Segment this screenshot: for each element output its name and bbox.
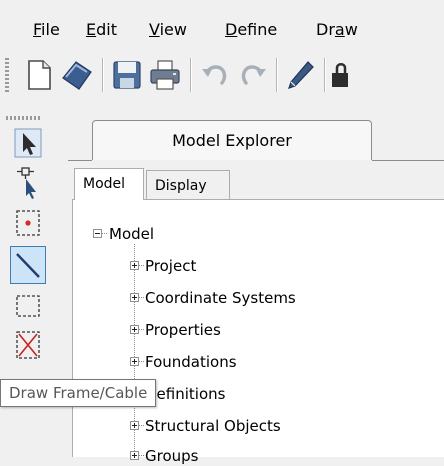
tree-node-properties[interactable]: Properties [145,320,221,340]
undo-icon[interactable] [196,54,234,96]
expand-toggle-icon[interactable] [130,451,139,460]
menu-bar: File Edit View Define Draw [0,0,444,46]
expand-toggle-icon[interactable] [130,293,139,302]
new-file-icon[interactable] [20,54,58,96]
menu-edit-rest: dit [96,20,117,39]
menu-draw-text: Dr [316,20,335,39]
draw-frame-cable-icon[interactable] [10,246,46,284]
select-pointer-icon[interactable] [10,124,46,162]
tree-connector [139,455,144,456]
tree-node-structural-objects[interactable]: Structural Objects [145,416,281,436]
point-icon[interactable] [10,204,46,242]
pencil-icon[interactable] [282,54,320,96]
menu-edit-mnemonic: E [86,20,97,39]
open-folder-icon[interactable] [58,54,96,96]
pointer-snap-icon[interactable] [10,164,46,202]
menu-define-mnemonic: D [225,20,238,39]
collapse-toggle-icon[interactable] [93,229,102,238]
menu-draw-mnemonic: a [334,20,345,39]
print-icon[interactable] [146,54,184,96]
menu-file[interactable]: File [33,20,60,40]
expand-toggle-icon[interactable] [130,357,139,366]
tree-node-groups[interactable]: Groups [145,446,198,466]
menu-view-rest: iew [159,20,187,39]
menu-draw[interactable]: Draw [316,20,358,40]
tree-node-model[interactable]: Model [109,224,154,244]
menu-define-rest: efine [237,20,278,39]
toolbar-separator [324,58,326,92]
tab-model-explorer[interactable]: Model Explorer [92,120,372,160]
palette-grip[interactable] [6,116,42,120]
model-explorer-title: Model Explorer [172,131,292,150]
rectangle-select-icon[interactable] [10,286,46,324]
redo-icon[interactable] [234,54,272,96]
menu-view-mnemonic: V [149,20,160,39]
toolbar-grip[interactable] [5,58,9,92]
tab-model[interactable]: Model [74,168,144,200]
tab-display-label: Display [155,178,207,194]
save-icon[interactable] [108,54,146,96]
tree-connector [139,329,144,330]
toolbar-separator [190,58,192,92]
menu-edit[interactable]: Edit [86,20,117,40]
main-toolbar [0,46,444,104]
tooltip-text: Draw Frame/Cable [9,384,148,402]
menu-file-rest: ile [41,20,60,39]
tree-connector [139,297,144,298]
tab-strip-line [68,160,92,161]
model-tree: Model Project Coordinate Systems Propert… [72,199,444,465]
tree-connector [139,265,144,266]
expand-toggle-icon[interactable] [130,421,139,430]
toolbar-separator [276,58,278,92]
tab-strip-line [372,160,444,161]
menu-file-mnemonic: F [33,20,42,39]
expand-toggle-icon[interactable] [130,261,139,270]
tree-connector [102,233,108,234]
tree-node-coordinate-systems[interactable]: Coordinate Systems [145,288,296,308]
menu-view[interactable]: View [149,20,187,40]
menu-draw-rest: w [344,20,358,39]
menu-define[interactable]: Define [225,20,277,40]
tree-connector [139,361,144,362]
tree-connector [139,425,144,426]
cross-select-icon[interactable] [10,326,46,364]
toolbar-separator [102,58,104,92]
tree-node-project[interactable]: Project [145,256,196,276]
tab-display[interactable]: Display [146,170,230,200]
tree-node-definitions[interactable]: Definitions [145,384,225,404]
tooltip: Draw Frame/Cable [0,379,157,407]
tree-node-foundations[interactable]: Foundations [145,352,237,372]
expand-toggle-icon[interactable] [130,325,139,334]
tab-model-label: Model [83,176,126,192]
lock-icon[interactable] [328,54,352,96]
